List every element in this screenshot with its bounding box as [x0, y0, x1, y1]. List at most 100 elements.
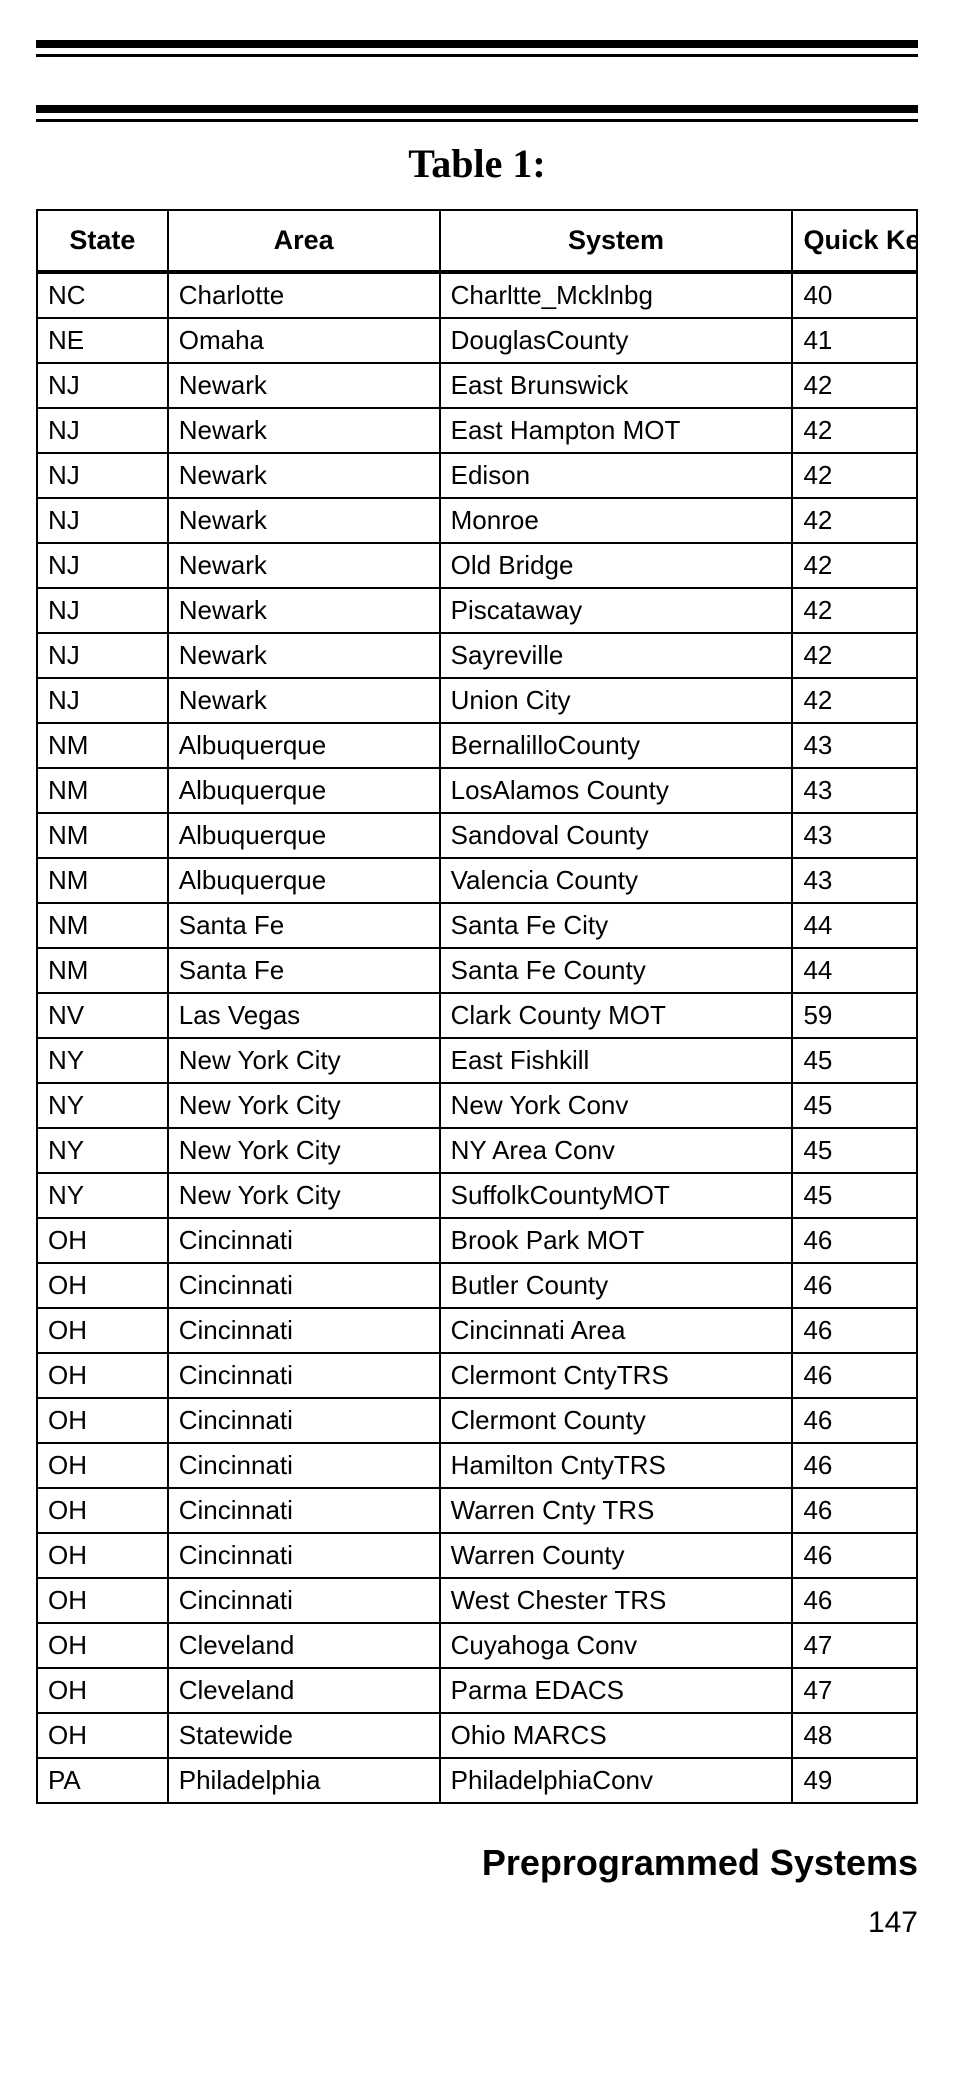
cell-key: 46 — [792, 1443, 917, 1488]
table-row: NMAlbuquerqueLosAlamos County43 — [37, 768, 917, 813]
cell-system: DouglasCounty — [440, 318, 793, 363]
cell-state: OH — [37, 1668, 168, 1713]
cell-area: Statewide — [168, 1713, 440, 1758]
table-row: NYNew York CityNew York Conv45 — [37, 1083, 917, 1128]
table-row: OHClevelandCuyahoga Conv47 — [37, 1623, 917, 1668]
cell-area: Charlotte — [168, 272, 440, 318]
cell-key: 49 — [792, 1758, 917, 1803]
cell-system: LosAlamos County — [440, 768, 793, 813]
cell-state: NM — [37, 768, 168, 813]
cell-state: NJ — [37, 678, 168, 723]
cell-key: 45 — [792, 1128, 917, 1173]
table-row: NYNew York CityNY Area Conv45 — [37, 1128, 917, 1173]
col-state: State — [37, 210, 168, 272]
cell-system: West Chester TRS — [440, 1578, 793, 1623]
cell-area: Newark — [168, 498, 440, 543]
cell-area: New York City — [168, 1038, 440, 1083]
section-heading: Preprogrammed Systems — [36, 1842, 918, 1884]
cell-state: NM — [37, 858, 168, 903]
cell-system: New York Conv — [440, 1083, 793, 1128]
cell-area: New York City — [168, 1083, 440, 1128]
cell-key: 44 — [792, 948, 917, 993]
cell-key: 59 — [792, 993, 917, 1038]
table-row: NJNewarkMonroe42 — [37, 498, 917, 543]
cell-area: Omaha — [168, 318, 440, 363]
cell-key: 46 — [792, 1353, 917, 1398]
cell-key: 46 — [792, 1218, 917, 1263]
table-row: OHCincinnatiClermont County46 — [37, 1398, 917, 1443]
cell-area: Cleveland — [168, 1623, 440, 1668]
cell-state: NY — [37, 1083, 168, 1128]
cell-system: Valencia County — [440, 858, 793, 903]
cell-key: 44 — [792, 903, 917, 948]
cell-state: NJ — [37, 543, 168, 588]
cell-key: 43 — [792, 858, 917, 903]
cell-key: 42 — [792, 453, 917, 498]
col-area: Area — [168, 210, 440, 272]
cell-system: BernalilloCounty — [440, 723, 793, 768]
table-row: NYNew York CityEast Fishkill45 — [37, 1038, 917, 1083]
cell-area: Newark — [168, 633, 440, 678]
cell-state: NY — [37, 1173, 168, 1218]
cell-state: NE — [37, 318, 168, 363]
cell-area: Albuquerque — [168, 768, 440, 813]
table-row: NJNewarkEast Brunswick42 — [37, 363, 917, 408]
page: Table 1: State Area System Quick Key NCC… — [0, 0, 954, 2084]
cell-area: Newark — [168, 543, 440, 588]
cell-state: NV — [37, 993, 168, 1038]
cell-key: 43 — [792, 723, 917, 768]
cell-state: OH — [37, 1308, 168, 1353]
table-row: OHCincinnatiBrook Park MOT46 — [37, 1218, 917, 1263]
cell-state: NC — [37, 272, 168, 318]
cell-key: 46 — [792, 1578, 917, 1623]
cell-state: NJ — [37, 498, 168, 543]
table-row: NMAlbuquerqueBernalilloCounty43 — [37, 723, 917, 768]
second-rule — [36, 105, 918, 122]
cell-state: OH — [37, 1443, 168, 1488]
cell-state: OH — [37, 1353, 168, 1398]
cell-key: 45 — [792, 1173, 917, 1218]
cell-system: Old Bridge — [440, 543, 793, 588]
cell-area: Santa Fe — [168, 948, 440, 993]
cell-system: Monroe — [440, 498, 793, 543]
data-table: State Area System Quick Key NCCharlotteC… — [36, 209, 918, 1804]
table-row: OHClevelandParma EDACS47 — [37, 1668, 917, 1713]
cell-area: Cincinnati — [168, 1398, 440, 1443]
cell-key: 46 — [792, 1488, 917, 1533]
cell-system: East Hampton MOT — [440, 408, 793, 453]
cell-key: 42 — [792, 543, 917, 588]
cell-area: Philadelphia — [168, 1758, 440, 1803]
cell-state: OH — [37, 1533, 168, 1578]
cell-state: NJ — [37, 453, 168, 498]
cell-area: Newark — [168, 678, 440, 723]
table-row: OHCincinnatiCincinnati Area46 — [37, 1308, 917, 1353]
cell-state: NM — [37, 723, 168, 768]
cell-system: Ohio MARCS — [440, 1713, 793, 1758]
cell-area: Cincinnati — [168, 1218, 440, 1263]
table-row: OHCincinnatiHamilton CntyTRS46 — [37, 1443, 917, 1488]
cell-area: Cincinnati — [168, 1263, 440, 1308]
cell-state: OH — [37, 1398, 168, 1443]
cell-area: Newark — [168, 363, 440, 408]
cell-state: OH — [37, 1623, 168, 1668]
cell-area: Cleveland — [168, 1668, 440, 1713]
cell-area: Santa Fe — [168, 903, 440, 948]
cell-state: OH — [37, 1263, 168, 1308]
cell-system: Warren County — [440, 1533, 793, 1578]
cell-key: 42 — [792, 633, 917, 678]
cell-key: 47 — [792, 1623, 917, 1668]
table-row: NJNewarkUnion City42 — [37, 678, 917, 723]
table-row: OHCincinnatiButler County46 — [37, 1263, 917, 1308]
table-row: NJNewarkEdison42 — [37, 453, 917, 498]
cell-system: Sayreville — [440, 633, 793, 678]
table-row: NVLas VegasClark County MOT59 — [37, 993, 917, 1038]
table-row: NMSanta FeSanta Fe City44 — [37, 903, 917, 948]
cell-system: East Fishkill — [440, 1038, 793, 1083]
table-row: OHCincinnatiWarren County46 — [37, 1533, 917, 1578]
cell-area: Cincinnati — [168, 1578, 440, 1623]
table-body: NCCharlotteCharltte_Mcklnbg40NEOmahaDoug… — [37, 272, 917, 1803]
cell-system: Charltte_Mcklnbg — [440, 272, 793, 318]
cell-area: Cincinnati — [168, 1488, 440, 1533]
page-number: 147 — [36, 1906, 918, 1940]
cell-system: Cuyahoga Conv — [440, 1623, 793, 1668]
